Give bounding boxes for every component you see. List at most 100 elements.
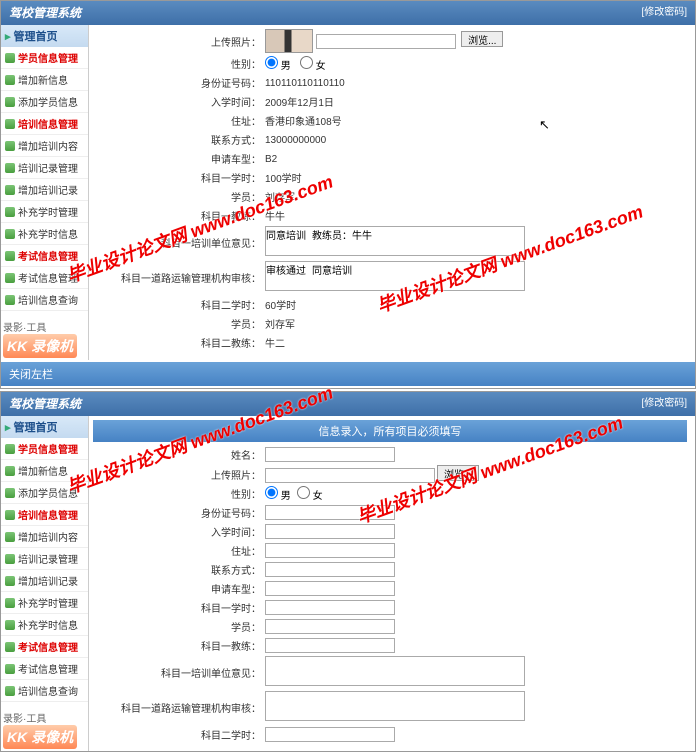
addr-value: 香港印象通108号 bbox=[265, 117, 342, 128]
id-value: 110110110110110 bbox=[265, 78, 345, 89]
sidebar-item-2[interactable]: 添加学员信息 bbox=[1, 91, 88, 113]
name-input[interactable] bbox=[265, 447, 395, 462]
sidebar-item-4[interactable]: 增加培训内容 bbox=[1, 135, 88, 157]
s1hours-value: 100学时 bbox=[265, 174, 302, 185]
s2hours-value: 60学时 bbox=[265, 301, 296, 312]
menu-icon bbox=[5, 510, 15, 520]
menu-icon bbox=[5, 163, 15, 173]
notice-bar: 信息录入，所有项目必须填写 bbox=[93, 420, 687, 442]
sidebar-item-8[interactable]: 补充学时信息 bbox=[1, 223, 88, 245]
menu-icon bbox=[5, 207, 15, 217]
photo-label: 上传照片： bbox=[93, 34, 265, 49]
sidebar-item-3[interactable]: 培训信息管理 bbox=[1, 113, 88, 135]
sidebar-item-6[interactable]: 增加培训记录 bbox=[1, 179, 88, 201]
sidebar-item-2[interactable]: 添加学员信息 bbox=[1, 482, 88, 504]
menu-icon bbox=[5, 53, 15, 63]
menu-icon bbox=[5, 185, 15, 195]
sidebar-item-1[interactable]: 增加新信息 bbox=[1, 460, 88, 482]
s2hours-input[interactable] bbox=[265, 727, 395, 742]
photo-thumbnail bbox=[265, 29, 313, 53]
sidebar-top: ▸ 管理首页 学员信息管理增加新信息添加学员信息培训信息管理增加培训内容培训记录… bbox=[1, 25, 89, 360]
menu-icon bbox=[5, 119, 15, 129]
sidebar-item-5[interactable]: 培训记录管理 bbox=[1, 548, 88, 570]
sidebar-item-4[interactable]: 增加培训内容 bbox=[1, 526, 88, 548]
change-password-link-2[interactable]: [修改密码] bbox=[641, 392, 687, 416]
menu-icon bbox=[5, 642, 15, 652]
gender-label: 性别： bbox=[93, 56, 265, 71]
sidebar-head-2[interactable]: ▸ 管理首页 bbox=[1, 416, 88, 438]
sidebar-bottom: ▸ 管理首页 学员信息管理增加新信息添加学员信息培训信息管理增加培训内容培训记录… bbox=[1, 416, 89, 751]
contact-value: 13000000000 bbox=[265, 135, 326, 146]
s1review-input[interactable] bbox=[265, 691, 525, 721]
s1opinion-input[interactable] bbox=[265, 656, 525, 686]
addr-input[interactable] bbox=[265, 543, 395, 558]
menu-icon bbox=[5, 97, 15, 107]
cartype-value: B2 bbox=[265, 154, 277, 165]
menu-icon bbox=[5, 444, 15, 454]
s1hours-input[interactable] bbox=[265, 600, 395, 615]
menu-icon bbox=[5, 229, 15, 239]
sidebar-item-10[interactable]: 考试信息管理 bbox=[1, 267, 88, 289]
sidebar-item-7[interactable]: 补充学时管理 bbox=[1, 201, 88, 223]
photo-path-input[interactable] bbox=[316, 34, 456, 49]
bottom-panel: 驾校管理系统 [修改密码] ▸ 管理首页 学员信息管理增加新信息添加学员信息培训… bbox=[0, 391, 696, 752]
header-bar-bottom: 驾校管理系统 [修改密码] bbox=[1, 392, 695, 416]
photo-input-2[interactable] bbox=[265, 468, 435, 483]
sidebar-item-10[interactable]: 考试信息管理 bbox=[1, 658, 88, 680]
sidebar-item-0[interactable]: 学员信息管理 bbox=[1, 438, 88, 460]
menu-icon bbox=[5, 598, 15, 608]
sidebar-item-11[interactable]: 培训信息查询 bbox=[1, 680, 88, 702]
menu-icon bbox=[5, 664, 15, 674]
main-bottom: 信息录入，所有项目必须填写 姓名： 上传照片：浏览... 性别： 男 女 身份证… bbox=[89, 416, 695, 751]
menu-icon bbox=[5, 554, 15, 564]
menu-icon bbox=[5, 488, 15, 498]
s1coach-input[interactable] bbox=[265, 638, 395, 653]
sidebar-item-11[interactable]: 培训信息查询 bbox=[1, 289, 88, 311]
s1opinion-textarea[interactable] bbox=[265, 226, 525, 256]
kk-logo-2: 录影·工具 KK 录像机 bbox=[1, 708, 88, 751]
sidebar-item-1[interactable]: 增加新信息 bbox=[1, 69, 88, 91]
cartype-input[interactable] bbox=[265, 581, 395, 596]
enroll-input[interactable] bbox=[265, 524, 395, 539]
enroll-value: 2009年12月1日 bbox=[265, 98, 334, 109]
gender-male-radio[interactable] bbox=[265, 56, 278, 69]
sidebar-item-6[interactable]: 增加培训记录 bbox=[1, 570, 88, 592]
kk-logo: 录影·工具 KK 录像机 bbox=[1, 317, 88, 360]
collapse-sidebar-bar[interactable]: 关闭左栏 bbox=[1, 362, 695, 386]
menu-icon bbox=[5, 576, 15, 586]
menu-icon bbox=[5, 75, 15, 85]
id-input[interactable] bbox=[265, 505, 395, 520]
browse-button-2[interactable]: 浏览... bbox=[437, 465, 479, 481]
s1coach-value: 牛牛 bbox=[265, 212, 285, 223]
menu-icon bbox=[5, 466, 15, 476]
arrow-icon: ▸ bbox=[5, 30, 11, 43]
sidebar-item-7[interactable]: 补充学时管理 bbox=[1, 592, 88, 614]
menu-icon bbox=[5, 273, 15, 283]
sidebar-item-8[interactable]: 补充学时信息 bbox=[1, 614, 88, 636]
menu-icon bbox=[5, 620, 15, 630]
gender-female-radio[interactable] bbox=[300, 56, 313, 69]
change-password-link[interactable]: [修改密码] bbox=[641, 1, 687, 25]
sidebar-item-9[interactable]: 考试信息管理 bbox=[1, 245, 88, 267]
sidebar-item-0[interactable]: 学员信息管理 bbox=[1, 47, 88, 69]
menu-icon bbox=[5, 295, 15, 305]
browse-button[interactable]: 浏览... bbox=[461, 31, 503, 47]
contact-input[interactable] bbox=[265, 562, 395, 577]
menu-icon bbox=[5, 251, 15, 261]
menu-icon bbox=[5, 532, 15, 542]
app-title: 驾校管理系统 bbox=[9, 1, 81, 25]
sidebar-item-9[interactable]: 考试信息管理 bbox=[1, 636, 88, 658]
sidebar-head[interactable]: ▸ 管理首页 bbox=[1, 25, 88, 47]
menu-icon bbox=[5, 686, 15, 696]
gender-female-radio-2[interactable] bbox=[297, 486, 310, 499]
student-input[interactable] bbox=[265, 619, 395, 634]
main-top: 上传照片： 浏览... 性别： 男 女 身份证号码：11011011011011… bbox=[89, 25, 695, 360]
header-bar-top: 驾校管理系统 [修改密码] bbox=[1, 1, 695, 25]
sidebar-item-5[interactable]: 培训记录管理 bbox=[1, 157, 88, 179]
menu-icon bbox=[5, 141, 15, 151]
s1review-textarea[interactable] bbox=[265, 261, 525, 291]
cursor-icon: ↖ bbox=[539, 117, 550, 133]
sidebar-item-3[interactable]: 培训信息管理 bbox=[1, 504, 88, 526]
gender-male-radio-2[interactable] bbox=[265, 486, 278, 499]
arrow-icon-2: ▸ bbox=[5, 421, 11, 434]
